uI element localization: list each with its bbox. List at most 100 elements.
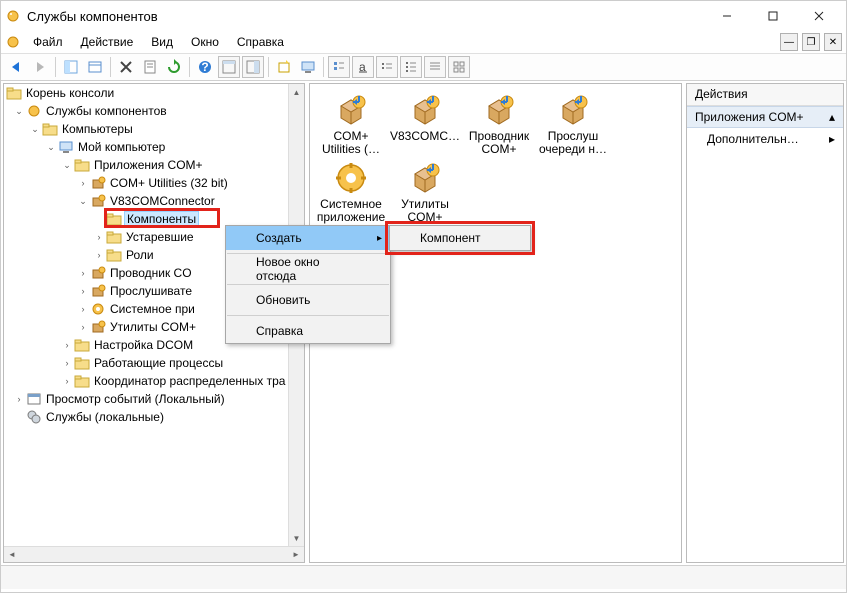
context-menu: Создать ▸ Компонент Новое окно отсюда Об… (225, 225, 391, 344)
expander-icon[interactable]: › (60, 338, 74, 352)
listview-item[interactable]: COM+ Utilities (… (314, 92, 388, 156)
mdi-restore-button[interactable]: ❐ (802, 33, 820, 51)
package-icon (407, 160, 443, 196)
menu-action[interactable]: Действие (73, 33, 142, 51)
context-submenu-component[interactable]: Компонент (390, 226, 530, 250)
context-menu-create[interactable]: Создать ▸ Компонент (226, 226, 390, 250)
tree-hscrollbar[interactable]: ◄► (4, 546, 304, 562)
listview-item-label: Прослуш очереди н… (536, 130, 610, 156)
properties-button[interactable] (84, 56, 106, 78)
listview-item-label: Утилиты COM+ (388, 198, 462, 224)
view-mode-1-button[interactable] (218, 56, 240, 78)
listview-item[interactable]: V83COMC… (388, 92, 462, 156)
actions-more-item[interactable]: Дополнительн… ▸ (687, 128, 843, 150)
expander-icon[interactable]: › (92, 230, 106, 244)
package-icon (90, 193, 106, 209)
submenu-arrow-icon: ▸ (829, 132, 835, 146)
context-separator (227, 284, 389, 285)
listview-item[interactable]: Системное приложение (314, 160, 388, 224)
expander-icon[interactable]: ⌄ (44, 140, 58, 154)
computer-button[interactable] (297, 56, 319, 78)
menu-view[interactable]: Вид (143, 33, 181, 51)
expander-icon[interactable]: ⌄ (76, 194, 90, 208)
icon-view-1-button[interactable] (328, 56, 350, 78)
expander-icon[interactable]: › (76, 266, 90, 280)
listview-item-label: V83COMC… (390, 130, 460, 143)
actions-band-label: Приложения COM+ (695, 110, 804, 124)
new-item-button[interactable] (273, 56, 295, 78)
show-tree-button[interactable] (60, 56, 82, 78)
expander-icon[interactable]: › (76, 320, 90, 334)
expander-icon[interactable]: › (76, 284, 90, 298)
refresh-button[interactable] (163, 56, 185, 78)
expander-icon[interactable]: ⌄ (12, 104, 26, 118)
context-separator (227, 315, 389, 316)
nav-forward-button[interactable] (29, 56, 51, 78)
context-create-label: Создать (256, 231, 302, 245)
listview-item[interactable]: Утилиты COM+ (388, 160, 462, 224)
actions-panel: Действия Приложения COM+ ▴ Дополнительн…… (686, 83, 844, 563)
folder-icon (74, 355, 90, 371)
expander-icon[interactable]: ⌄ (28, 122, 42, 136)
context-menu-refresh[interactable]: Обновить (226, 288, 390, 312)
tree-computers[interactable]: ⌄Компьютеры (4, 120, 304, 138)
list-view-2-button[interactable] (400, 56, 422, 78)
tree-event-viewer[interactable]: ›Просмотр событий (Локальный) (4, 390, 304, 408)
context-menu-help[interactable]: Справка (226, 319, 390, 343)
package-icon (481, 92, 517, 128)
app-icon (5, 8, 21, 24)
context-submenu: Компонент (389, 225, 531, 251)
close-button[interactable] (796, 1, 842, 31)
tree-com-utils-32[interactable]: ›COM+ Utilities (32 bit) (4, 174, 304, 192)
view-mode-2-button[interactable] (242, 56, 264, 78)
window-titlebar: Службы компонентов (1, 1, 846, 31)
collapse-arrow-icon: ▴ (829, 110, 835, 124)
tree-root[interactable]: Корень консоли (4, 84, 304, 102)
context-menu-new-window[interactable]: Новое окно отсюда (226, 257, 390, 281)
expander-icon[interactable]: › (60, 356, 74, 370)
listview-item[interactable]: Проводник COM+ (462, 92, 536, 156)
tree-my-computer[interactable]: ⌄Мой компьютер (4, 138, 304, 156)
tree-local-services[interactable]: Службы (локальные) (4, 408, 304, 426)
listview-item[interactable]: Прослуш очереди н… (536, 92, 610, 156)
actions-band[interactable]: Приложения COM+ ▴ (687, 106, 843, 128)
expander-icon[interactable]: ⌄ (60, 158, 74, 172)
expander-icon[interactable]: › (12, 392, 26, 406)
tree-com-apps[interactable]: ⌄Приложения COM+ (4, 156, 304, 174)
submenu-arrow-icon: ▸ (377, 233, 382, 244)
tree-coordinator[interactable]: ›Координатор распределенных тра (4, 372, 304, 390)
expander-icon[interactable]: › (92, 248, 106, 262)
icon-view-2-button[interactable]: a (352, 56, 374, 78)
delete-button[interactable] (115, 56, 137, 78)
expander-icon[interactable]: › (60, 374, 74, 388)
menu-file[interactable]: Файл (25, 33, 71, 51)
package-icon (90, 283, 106, 299)
status-bar (1, 565, 846, 589)
menu-window[interactable]: Окно (183, 33, 227, 51)
context-refresh-label: Обновить (256, 293, 310, 307)
package-icon (333, 160, 369, 196)
expander-icon[interactable]: › (76, 176, 90, 190)
props-button[interactable] (139, 56, 161, 78)
menu-help[interactable]: Справка (229, 33, 292, 51)
mdi-minimize-button[interactable]: — (780, 33, 798, 51)
list-view-button[interactable] (376, 56, 398, 78)
help-button[interactable]: ? (194, 56, 216, 78)
toolbar: ? a (1, 53, 846, 81)
expander-icon[interactable]: › (76, 302, 90, 316)
detail-view-button[interactable] (424, 56, 446, 78)
folder-icon (106, 247, 122, 263)
detail-view-2-button[interactable] (448, 56, 470, 78)
listview-item-label: COM+ Utilities (… (314, 130, 388, 156)
tree-processes[interactable]: ›Работающие процессы (4, 354, 304, 372)
package-icon (90, 175, 106, 191)
minimize-button[interactable] (704, 1, 750, 31)
tree-v83[interactable]: ⌄V83COMConnector (4, 192, 304, 210)
mdi-close-button[interactable]: ✕ (824, 33, 842, 51)
folder-icon (106, 211, 122, 227)
maximize-button[interactable] (750, 1, 796, 31)
context-help-label: Справка (256, 324, 303, 338)
tree-component-services[interactable]: ⌄Службы компонентов (4, 102, 304, 120)
folder-icon (106, 229, 122, 245)
nav-back-button[interactable] (5, 56, 27, 78)
